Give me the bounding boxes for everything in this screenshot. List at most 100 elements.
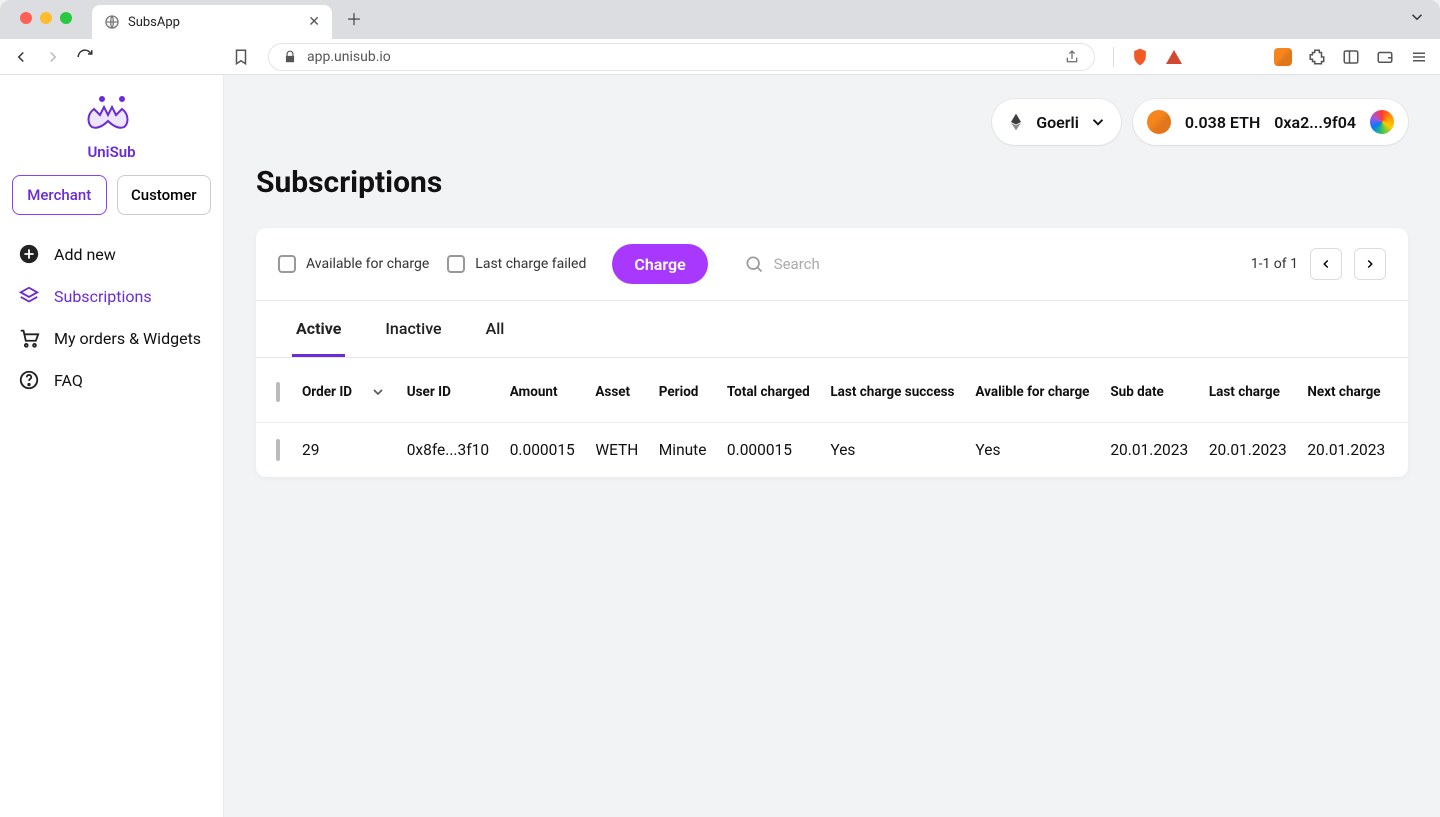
th-period[interactable]: Period — [649, 358, 717, 423]
network-selector[interactable]: Goerli — [992, 99, 1121, 145]
sidebar-item-faq[interactable]: FAQ — [10, 359, 213, 401]
cell-next-charge: 20.01.2023 — [1297, 423, 1408, 478]
filter-available-for-charge[interactable]: Available for charge — [278, 255, 429, 273]
browser-tab-bar: SubsApp ✕ ＋ — [0, 0, 1440, 39]
sidebar-item-label: Subscriptions — [54, 287, 152, 306]
close-tab-icon[interactable]: ✕ — [308, 15, 320, 29]
tab-all[interactable]: All — [482, 301, 509, 357]
sidebar: UniSub Merchant Customer Add new Subscri… — [0, 75, 224, 817]
wallet-address: 0xa2...9f04 — [1274, 113, 1356, 132]
cart-icon — [18, 327, 40, 349]
tab-active[interactable]: Active — [292, 301, 345, 357]
pagination-prev-button[interactable] — [1310, 248, 1342, 280]
row-checkbox[interactable] — [276, 439, 280, 461]
th-last-charge-success[interactable]: Last charge success — [820, 358, 965, 423]
cell-amount: 0.000015 — [500, 423, 586, 478]
cell-last-charge-success: Yes — [820, 423, 965, 478]
sidebar-item-orders[interactable]: My orders & Widgets — [10, 317, 213, 359]
cell-total-charged: 0.000015 — [717, 423, 820, 478]
bookmark-icon[interactable] — [232, 48, 250, 66]
cell-last-charge: 20.01.2023 — [1199, 423, 1298, 478]
share-icon[interactable] — [1064, 49, 1080, 65]
filter-label: Last charge failed — [475, 256, 586, 272]
window-controls — [10, 12, 82, 28]
brand: UniSub — [10, 93, 213, 161]
network-name: Goerli — [1036, 113, 1079, 132]
brave-rewards-icon[interactable] — [1166, 50, 1182, 64]
avatar-icon — [1370, 110, 1394, 134]
close-window-icon[interactable] — [20, 12, 32, 24]
cell-sub-date: 20.01.2023 — [1100, 423, 1199, 478]
browser-toolbar: app.unisub.io — [0, 39, 1440, 75]
checkbox-icon[interactable] — [278, 255, 296, 273]
question-circle-icon — [18, 369, 40, 391]
pagination-next-button[interactable] — [1354, 248, 1386, 280]
wallet-icon[interactable] — [1376, 48, 1394, 66]
chevron-down-icon[interactable] — [370, 384, 386, 400]
url-text: app.unisub.io — [307, 49, 391, 65]
cell-order-id: 29 — [292, 423, 397, 478]
sidebar-item-label: My orders & Widgets — [54, 329, 201, 348]
sidebar-item-label: FAQ — [54, 371, 83, 390]
subscriptions-table: Order ID User ID Amount Asset Period Tot… — [256, 358, 1408, 477]
th-available-for-charge[interactable]: Avalible for charge — [965, 358, 1100, 423]
menu-icon[interactable] — [1410, 48, 1428, 66]
wallet-balance: 0.038 ETH — [1185, 113, 1260, 132]
back-button[interactable] — [12, 48, 30, 66]
filter-last-charge-failed[interactable]: Last charge failed — [447, 255, 586, 273]
browser-tab[interactable]: SubsApp ✕ — [92, 5, 332, 39]
search-icon — [744, 254, 764, 274]
filter-label: Available for charge — [306, 256, 429, 272]
sidebar-item-add-new[interactable]: Add new — [10, 233, 213, 275]
subscriptions-card: Available for charge Last charge failed … — [256, 228, 1408, 477]
metamask-icon — [1147, 110, 1171, 134]
lock-icon — [283, 50, 297, 64]
th-user-id[interactable]: User ID — [397, 358, 500, 423]
plus-circle-icon — [18, 243, 40, 265]
th-sub-date[interactable]: Sub date — [1100, 358, 1199, 423]
cell-user-id: 0x8fe...3f10 — [397, 423, 500, 478]
chrome-dropdown-icon[interactable] — [1408, 8, 1440, 32]
table-row[interactable]: 29 0x8fe...3f10 0.000015 WETH Minute 0.0… — [256, 423, 1408, 478]
logo-icon — [82, 93, 142, 137]
minimize-window-icon[interactable] — [40, 12, 52, 24]
cell-asset: WETH — [585, 423, 648, 478]
tab-title: SubsApp — [128, 15, 180, 30]
charge-button[interactable]: Charge — [612, 244, 707, 284]
search-input[interactable] — [774, 255, 934, 273]
maximize-window-icon[interactable] — [60, 12, 72, 24]
globe-icon — [104, 14, 120, 30]
brave-shield-icon[interactable] — [1130, 47, 1150, 67]
pagination-text: 1-1 of 1 — [1251, 256, 1298, 272]
sidebar-item-subscriptions[interactable]: Subscriptions — [10, 275, 213, 317]
checkbox-icon[interactable] — [447, 255, 465, 273]
layers-icon — [18, 285, 40, 307]
wallet-button[interactable]: 0.038 ETH 0xa2...9f04 — [1133, 99, 1408, 145]
new-tab-button[interactable]: ＋ — [346, 6, 362, 30]
th-next-charge[interactable]: Next charge — [1297, 358, 1408, 423]
sidebar-toggle-icon[interactable] — [1342, 48, 1360, 66]
chevron-down-icon — [1089, 113, 1107, 131]
forward-button — [44, 48, 62, 66]
th-amount[interactable]: Amount — [500, 358, 586, 423]
role-customer-button[interactable]: Customer — [117, 175, 212, 215]
cell-period: Minute — [649, 423, 717, 478]
brand-name: UniSub — [87, 143, 135, 161]
ethereum-icon — [1006, 112, 1026, 132]
select-all-checkbox[interactable] — [276, 382, 280, 402]
th-asset[interactable]: Asset — [585, 358, 648, 423]
cell-available-for-charge: Yes — [965, 423, 1100, 478]
search-field[interactable] — [744, 254, 934, 274]
role-merchant-button[interactable]: Merchant — [12, 175, 107, 215]
th-total-charged[interactable]: Total charged — [717, 358, 820, 423]
th-order-id[interactable]: Order ID — [302, 384, 352, 400]
main-content: Goerli 0.038 ETH 0xa2...9f04 Subscriptio… — [224, 75, 1440, 817]
th-last-charge[interactable]: Last charge — [1199, 358, 1298, 423]
sidebar-item-label: Add new — [54, 245, 116, 264]
address-bar[interactable]: app.unisub.io — [268, 43, 1095, 71]
metamask-extension-icon[interactable] — [1274, 48, 1292, 66]
extensions-icon[interactable] — [1308, 48, 1326, 66]
page-title: Subscriptions — [256, 165, 1408, 200]
tab-inactive[interactable]: Inactive — [381, 301, 445, 357]
reload-button[interactable] — [76, 48, 94, 66]
